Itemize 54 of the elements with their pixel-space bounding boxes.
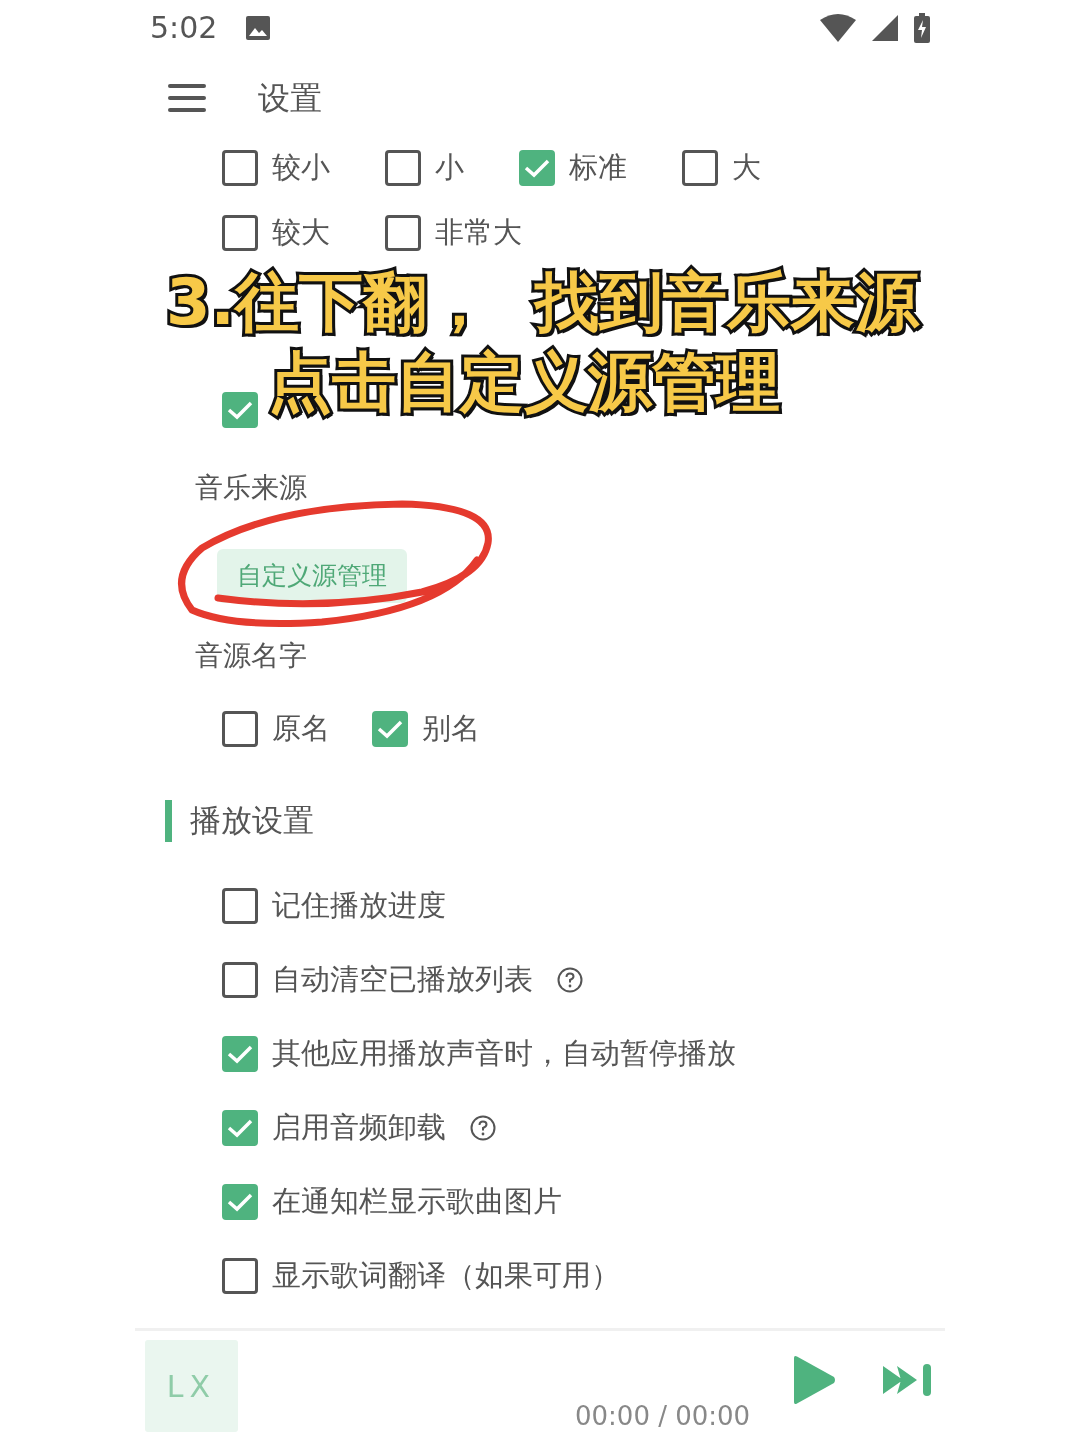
option-label: 原名	[272, 709, 330, 747]
option-label: 较大	[272, 214, 330, 252]
menu-button[interactable]	[168, 82, 206, 113]
next-button[interactable]	[883, 1362, 934, 1398]
help-icon[interactable]	[470, 1114, 496, 1141]
section-label: 音源名字	[195, 637, 308, 674]
checkbox[interactable]	[222, 1183, 258, 1220]
option-label: 小	[435, 149, 464, 187]
checkbox[interactable]	[385, 215, 421, 251]
status-time: 5:02	[150, 9, 218, 47]
section-heading: 播放设置	[190, 801, 314, 841]
check-icon	[227, 1043, 253, 1064]
playback-time: 00:00 / 00:00	[575, 1400, 751, 1433]
app-logo: LX	[145, 1340, 238, 1432]
checkbox[interactable]	[222, 1109, 258, 1146]
option-label: 记住播放进度	[272, 886, 446, 924]
page-title: 设置	[258, 77, 322, 119]
section-label: 音乐来源	[195, 470, 308, 506]
check-icon	[377, 718, 403, 739]
option-label: 在通知栏显示歌曲图片	[272, 1182, 562, 1220]
option-label: 非常大	[435, 214, 522, 252]
option-label: 标准	[569, 149, 627, 187]
checkbox[interactable]	[222, 1035, 258, 1072]
help-icon[interactable]	[557, 966, 583, 993]
checkbox[interactable]	[222, 215, 258, 251]
checkbox[interactable]	[372, 710, 408, 747]
option-label: 其他应用播放声音时，自动暂停播放	[272, 1034, 736, 1072]
option-label: 显示歌词翻译（如果可用）	[272, 1256, 620, 1294]
option-label: 较小	[272, 149, 330, 187]
checkbox[interactable]	[222, 392, 258, 428]
checkbox[interactable]	[222, 1257, 258, 1294]
option-label: 大	[732, 149, 761, 187]
check-icon	[227, 400, 253, 420]
option-label: 别名	[422, 709, 480, 747]
caption-overlay: 点击自定义源管理	[267, 344, 781, 421]
check-icon	[227, 1191, 253, 1212]
wifi-icon	[820, 13, 856, 42]
checkbox[interactable]	[222, 887, 258, 924]
check-icon	[524, 158, 550, 178]
option-label: 启用音频卸载	[272, 1108, 446, 1146]
image-icon	[245, 14, 272, 41]
checkbox[interactable]	[385, 150, 421, 186]
checkbox[interactable]	[519, 150, 555, 186]
checkbox[interactable]	[222, 150, 258, 186]
section-marker	[165, 799, 172, 842]
checkbox[interactable]	[222, 710, 258, 747]
caption-overlay: 3.往下翻， 找到音乐来源	[165, 264, 921, 341]
check-icon	[227, 1117, 253, 1138]
option-label: 自动清空已播放列表	[272, 960, 533, 998]
source-manager-button[interactable]: 自定义源管理	[217, 549, 407, 603]
checkbox[interactable]	[222, 961, 258, 998]
checkbox[interactable]	[682, 150, 718, 186]
signal-icon	[872, 14, 898, 41]
battery-icon	[914, 12, 930, 43]
